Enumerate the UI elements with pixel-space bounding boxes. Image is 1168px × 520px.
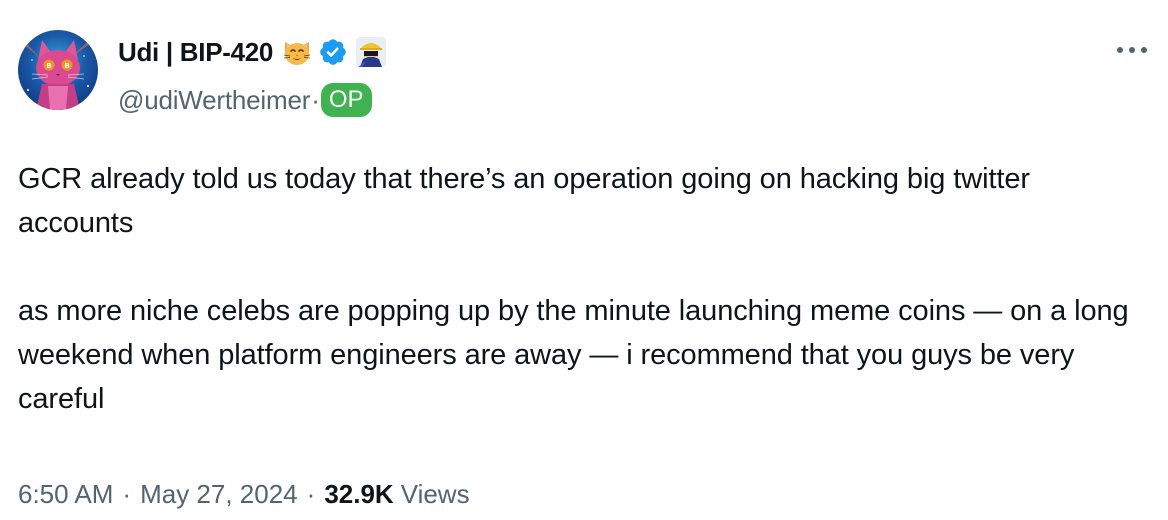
tweet-card: B B Udi | BIP-420 @udiWertheimer · OP GC… (0, 0, 1168, 520)
tweet-paragraph: GCR already told us today that there’s a… (18, 163, 1030, 239)
handle-separator: · (311, 84, 320, 115)
tweet-meta-row: 6:50 AM · May 27, 2024 · 32.9K Views (18, 474, 470, 514)
avatar-cat-image: B B (18, 32, 98, 110)
meta-separator: · (306, 478, 316, 509)
svg-text:B: B (64, 62, 69, 70)
op-badge: OP (320, 83, 372, 117)
more-horizontal-icon (1117, 47, 1147, 53)
author-display-name[interactable]: Udi | BIP-420 (118, 37, 273, 68)
more-options-button[interactable] (1112, 38, 1152, 62)
svg-text:B: B (46, 62, 51, 70)
views-count[interactable]: 32.9K (324, 479, 393, 510)
affiliate-org-icon[interactable] (356, 37, 387, 67)
tweet-paragraph: as more niche celebs are popping up by t… (18, 295, 1129, 415)
verified-checkmark-icon[interactable] (318, 37, 348, 67)
author-handle[interactable]: @udiWertheimer (118, 85, 310, 116)
author-handle-row: @udiWertheimer · OP (118, 80, 372, 120)
author-name-row: Udi | BIP-420 (118, 35, 387, 69)
cat-face-emoji-icon (281, 36, 313, 68)
tweet-date[interactable]: May 27, 2024 (140, 479, 298, 510)
tweet-text: GCR already told us today that there’s a… (18, 157, 1153, 421)
meta-separator: · (122, 478, 132, 509)
avatar[interactable]: B B (18, 30, 98, 110)
tweet-time[interactable]: 6:50 AM (18, 479, 113, 510)
views-label: Views (400, 478, 470, 509)
